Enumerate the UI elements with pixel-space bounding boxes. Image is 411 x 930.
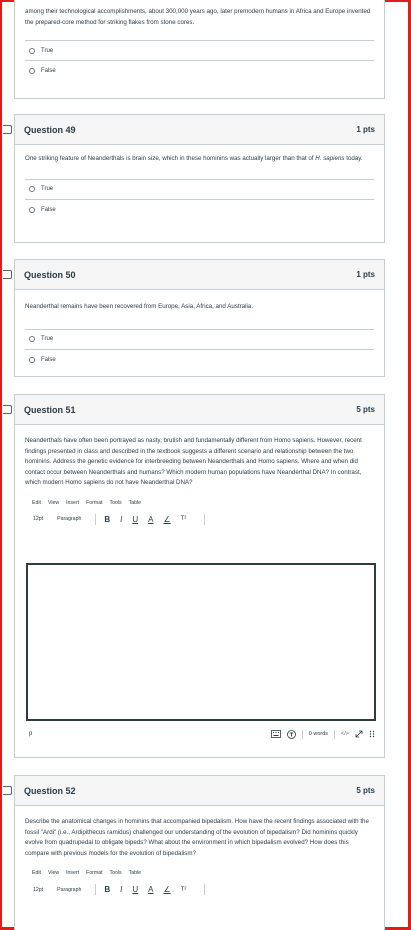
toolbar-divider: [204, 513, 206, 525]
editor-toolbar: 12pt Paragraph B I U A ∠ T²: [15, 884, 384, 895]
answer-label: False: [41, 68, 56, 74]
radio-icon[interactable]: [29, 336, 35, 342]
question-51-card: Question 51 5 pts Neanderthals have ofte…: [3, 394, 385, 758]
menu-edit[interactable]: Edit: [32, 500, 41, 506]
toolbar-divider: [95, 513, 97, 525]
resize-handle-icon[interactable]: [369, 730, 375, 738]
editor-menubar: Edit View Insert Format Tools Table: [15, 500, 384, 506]
radio-icon[interactable]: [29, 47, 35, 54]
radio-icon[interactable]: [29, 186, 35, 192]
font-size-select[interactable]: 12pt: [33, 516, 43, 522]
answer-false[interactable]: False: [25, 200, 374, 220]
question-header: Question 49 1 pts: [15, 115, 384, 145]
editor-toolbar: 12pt Paragraph B I U A ∠ T²: [15, 513, 384, 525]
question-50-card: Question 50 1 pts Neanderthal remains ha…: [3, 259, 385, 377]
question-text: Describe the anatomical changes in homin…: [25, 818, 369, 857]
rich-text-editor-area[interactable]: [26, 563, 376, 721]
question-answers: True False: [25, 328, 374, 370]
question-text-italic: H. sapiens: [315, 155, 345, 162]
answer-label: True: [41, 336, 54, 342]
font-size-select[interactable]: 12pt: [33, 887, 43, 893]
menu-insert[interactable]: Insert: [66, 870, 79, 876]
fullscreen-icon[interactable]: [355, 730, 363, 738]
block-format-select[interactable]: Paragraph: [57, 887, 81, 893]
answer-false[interactable]: False: [25, 350, 374, 370]
question-header: Question 52 5 pts: [15, 776, 384, 806]
text-color-button[interactable]: A: [148, 515, 153, 524]
question-title: Question 50: [24, 269, 76, 280]
menu-format[interactable]: Format: [86, 500, 102, 506]
bold-button[interactable]: B: [104, 885, 110, 894]
underline-button[interactable]: U: [132, 515, 138, 524]
screen-frame-left: [0, 0, 2, 930]
radio-icon[interactable]: [29, 356, 35, 363]
question-52-card: Question 52 5 pts Describe the anatomica…: [3, 775, 385, 930]
answer-label: True: [41, 47, 54, 54]
question-points: 1 pts: [356, 125, 375, 134]
italic-button[interactable]: I: [120, 515, 122, 524]
answer-label: False: [41, 356, 56, 363]
block-format-select[interactable]: Paragraph: [57, 516, 81, 522]
flag-question-icon[interactable]: [3, 786, 12, 795]
menu-view[interactable]: View: [48, 870, 59, 876]
question-title: Question 51: [24, 404, 76, 415]
question-title: Question 49: [24, 124, 76, 135]
word-count: 0 words: [308, 731, 329, 737]
status-divider: [301, 729, 303, 739]
accessibility-checker-icon[interactable]: [286, 729, 296, 739]
question-points: 5 pts: [356, 405, 375, 414]
html-editor-toggle[interactable]: </>: [341, 731, 349, 737]
flag-question-icon[interactable]: [3, 270, 12, 279]
question-48-answers: True False: [25, 40, 374, 81]
answer-label: True: [41, 186, 54, 192]
statusbar-controls: 0 words </>: [270, 729, 375, 739]
menu-tools[interactable]: Tools: [110, 500, 122, 506]
question-title: Question 52: [24, 785, 76, 796]
superscript-button[interactable]: T²: [181, 516, 187, 522]
keyboard-shortcuts-icon[interactable]: [270, 730, 281, 738]
underline-button[interactable]: U: [132, 885, 138, 894]
menu-insert[interactable]: Insert: [66, 500, 79, 506]
superscript-button[interactable]: T²: [181, 887, 187, 893]
menu-format[interactable]: Format: [86, 870, 102, 876]
question-49-card: Question 49 1 pts One striking feature o…: [3, 114, 385, 243]
flag-question-icon[interactable]: [3, 125, 12, 134]
answer-label: False: [41, 206, 56, 213]
toolbar-divider: [204, 884, 206, 895]
highlight-color-button[interactable]: ∠: [163, 515, 170, 524]
menu-view[interactable]: View: [48, 500, 59, 506]
menu-table[interactable]: Table: [129, 500, 141, 506]
menu-table[interactable]: Table: [129, 870, 141, 876]
highlight-color-button[interactable]: ∠: [163, 885, 170, 894]
question-answers: True False: [25, 178, 374, 220]
question-points: 1 pts: [356, 270, 375, 279]
question-text: One striking feature of Neanderthals is …: [15, 145, 384, 165]
question-text-part: One striking feature of Neanderthals is …: [25, 155, 316, 162]
answer-true[interactable]: True: [25, 41, 374, 61]
italic-button[interactable]: I: [120, 885, 122, 894]
question-header: Question 50 1 pts: [15, 260, 384, 290]
text-color-button[interactable]: A: [148, 885, 153, 894]
editor-statusbar: p 0 words </>: [27, 727, 375, 741]
question-text: Neanderthals have often been portrayed a…: [25, 437, 362, 486]
menu-tools[interactable]: Tools: [110, 870, 122, 876]
question-48-card: among their technological accomplishment…: [14, 0, 385, 99]
answer-true[interactable]: True: [25, 180, 374, 200]
answer-true[interactable]: True: [25, 330, 374, 350]
flag-question-icon[interactable]: [3, 405, 12, 414]
radio-icon[interactable]: [29, 68, 35, 74]
radio-icon[interactable]: [29, 206, 35, 213]
answer-false[interactable]: False: [25, 61, 374, 81]
status-divider: [334, 729, 336, 739]
bold-button[interactable]: B: [104, 515, 110, 524]
element-path: p: [29, 731, 33, 737]
question-points: 5 pts: [356, 786, 375, 795]
question-text: Neanderthal remains have been recovered …: [25, 303, 254, 310]
menu-edit[interactable]: Edit: [32, 870, 41, 876]
question-header: Question 51 5 pts: [15, 395, 384, 425]
editor-menubar: Edit View Insert Format Tools Table: [15, 870, 384, 876]
question-text-part: today.: [344, 155, 363, 162]
question-48-text: among their technological accomplishment…: [25, 8, 371, 26]
toolbar-divider: [95, 884, 97, 895]
